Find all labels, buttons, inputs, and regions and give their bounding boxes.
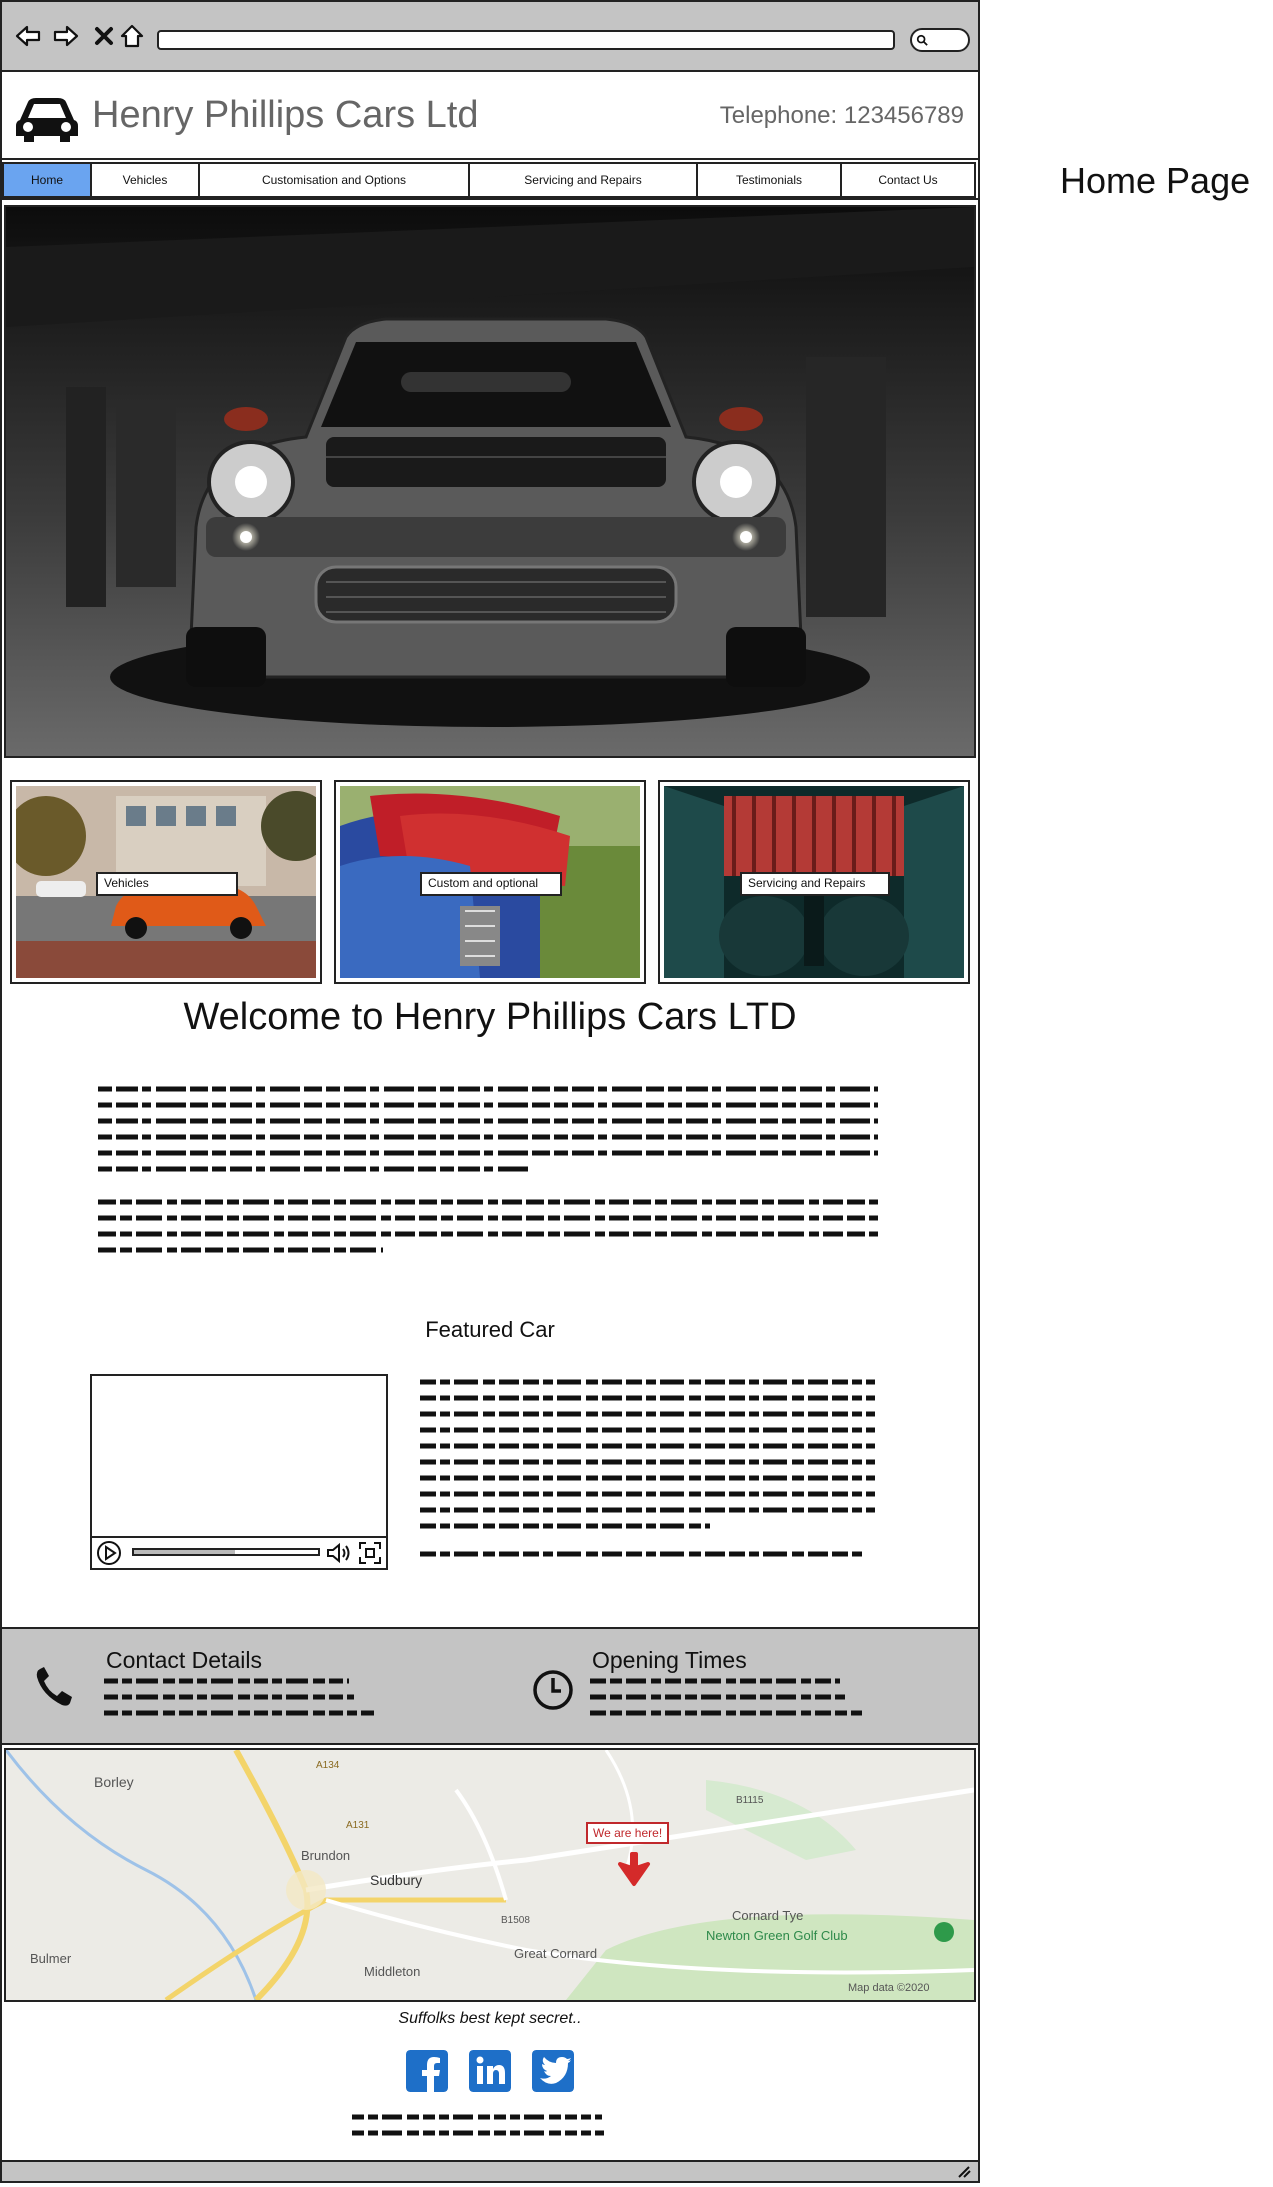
map-place-brundon: Brundon — [301, 1848, 351, 1863]
featured-car-description — [420, 1379, 875, 1557]
nav-item-vehicles[interactable]: Vehicles — [90, 162, 200, 198]
map-place-cornard-tye: Cornard Tye — [732, 1908, 804, 1923]
contact-details-heading: Contact Details — [106, 1647, 262, 1673]
nav-item-contact[interactable]: Contact Us — [840, 162, 976, 198]
intro-paragraph-1 — [98, 1086, 878, 1172]
url-bar[interactable] — [157, 30, 895, 50]
tile-servicing-label: Servicing and Repairs — [740, 872, 890, 896]
location-map[interactable]: Borley Brundon Sudbury Bulmer Middleton … — [4, 1748, 976, 2002]
opening-times-heading: Opening Times — [592, 1647, 747, 1673]
facebook-icon[interactable] — [406, 2050, 448, 2092]
footer-tagline: Suffolks best kept secret.. — [398, 2010, 582, 2027]
clock-icon — [533, 1670, 573, 1710]
nav-item-home[interactable]: Home — [2, 162, 92, 198]
tile-servicing[interactable]: Servicing and Repairs — [658, 780, 970, 984]
map-background — [6, 1750, 974, 2000]
page-annotation-label: Home Page — [1060, 160, 1251, 201]
map-road-b1508: B1508 — [501, 1915, 530, 1926]
contact-details-text — [104, 1678, 374, 1716]
main-navigation: Home Vehicles Customisation and Options … — [2, 162, 978, 200]
map-road-b1115: B1115 — [736, 1795, 764, 1806]
map-marker-label: We are here! — [586, 1822, 670, 1844]
footer-text — [352, 2114, 604, 2136]
contact-band: Contact Details Opening Times — [2, 1627, 978, 1745]
telephone-number: Telephone: 123456789 — [719, 102, 964, 129]
nav-item-servicing[interactable]: Servicing and Repairs — [468, 162, 698, 198]
map-place-great-cornard: Great Cornard — [514, 1946, 598, 1961]
browser-status-bar — [2, 2160, 978, 2181]
tile-vehicles[interactable]: Vehicles — [10, 780, 322, 984]
arrow-right-icon[interactable] — [52, 22, 80, 50]
map-attribution: Map data ©2020 — [848, 1982, 930, 1994]
site-title: Henry Phillips Cars Ltd — [92, 94, 479, 136]
intro-paragraph-2 — [98, 1199, 878, 1253]
browser-search-box[interactable] — [910, 28, 970, 52]
welcome-heading: Welcome to Henry Phillips Cars LTD — [183, 996, 797, 1038]
map-place-sudbury: Sudbury — [370, 1872, 423, 1888]
search-icon — [916, 34, 928, 46]
tile-custom[interactable]: Custom and optional — [334, 780, 646, 984]
arrow-left-icon[interactable] — [14, 22, 42, 50]
home-icon[interactable] — [118, 22, 146, 50]
car-icon[interactable] — [14, 90, 80, 146]
nav-item-testimonials[interactable]: Testimonials — [696, 162, 842, 198]
browser-toolbar — [2, 2, 978, 72]
hero-image — [4, 205, 976, 758]
map-place-golf-club: Newton Green Golf Club — [706, 1928, 848, 1943]
tile-vehicles-label: Vehicles — [96, 872, 238, 896]
site-header: Henry Phillips Cars Ltd Telephone: 12345… — [2, 74, 978, 160]
video-progress-bar[interactable] — [132, 1548, 320, 1556]
map-road-a131: A131 — [346, 1820, 370, 1831]
opening-times-text — [590, 1678, 862, 1716]
video-player[interactable] — [90, 1374, 388, 1570]
twitter-icon[interactable] — [532, 2050, 574, 2092]
play-icon[interactable] — [96, 1540, 122, 1566]
close-icon[interactable] — [90, 22, 118, 50]
nav-item-customisation[interactable]: Customisation and Options — [198, 162, 470, 198]
map-place-bulmer: Bulmer — [30, 1951, 72, 1966]
video-controls — [92, 1536, 386, 1568]
tile-custom-label: Custom and optional — [420, 872, 562, 896]
map-road-a134: A134 — [316, 1760, 340, 1771]
featured-car-heading: Featured Car — [425, 1317, 555, 1342]
resize-grip-icon[interactable] — [956, 2164, 972, 2178]
volume-icon[interactable] — [326, 1542, 352, 1564]
linkedin-icon[interactable] — [469, 2050, 511, 2092]
map-place-middleton: Middleton — [364, 1964, 421, 1979]
phone-icon — [36, 1667, 72, 1706]
hero-car-photo — [6, 207, 974, 756]
fullscreen-icon[interactable] — [358, 1541, 382, 1565]
map-place-borley: Borley — [94, 1774, 134, 1790]
